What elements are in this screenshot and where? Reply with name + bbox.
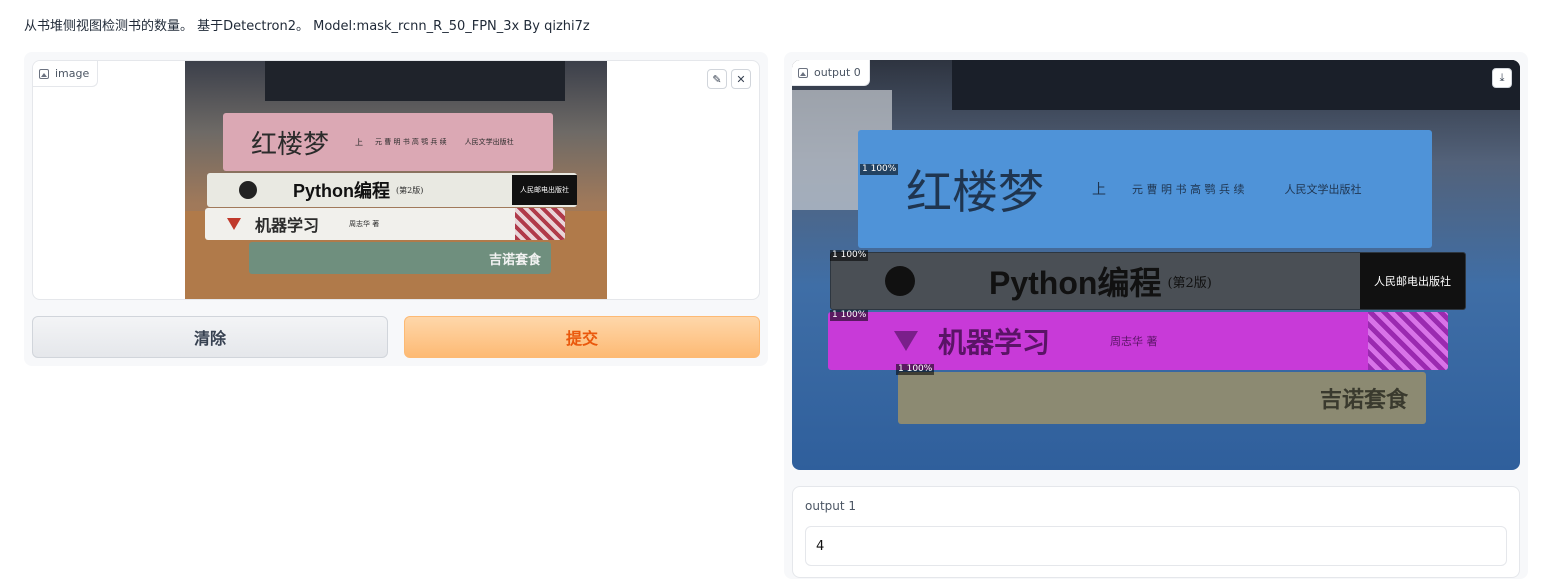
input-book-1: 红楼梦 上 元 曹 明 书 高 鹗 兵 续 人民文学出版社: [223, 113, 553, 171]
book-title: 机器学习: [938, 326, 1051, 359]
output0-label: output 0: [814, 66, 861, 79]
detection-label-2: 1 100%: [830, 250, 869, 261]
book-author: 周志华 著: [349, 220, 380, 228]
output1-label: output 1: [805, 499, 857, 513]
clear-image-button[interactable]: ✕: [731, 69, 751, 89]
download-button[interactable]: ⤓: [1492, 68, 1512, 88]
output-panel: output 0 ⤓ 红楼梦 上 元 曹 明 书 高 鹗 兵 续 人民文学出版社…: [784, 52, 1528, 579]
input-panel: image ✎ ✕ 红楼梦 上 元 曹 明 书 高 鹗 兵 续 人民文学出版社 …: [24, 52, 768, 366]
book-title: 吉诺套食: [1319, 387, 1408, 413]
book-logo-icon: [239, 181, 257, 199]
book-authors: 元 曹 明 书 高 鹗 兵 续: [1132, 183, 1245, 196]
output-book-3-mask: 机器学习 周志华 著: [828, 312, 1448, 370]
edit-button[interactable]: ✎: [707, 69, 727, 89]
image-label-chip: image: [33, 61, 99, 87]
book-author: 周志华 著: [1110, 335, 1158, 348]
book-edition: (第2版): [1167, 275, 1212, 291]
input-book-2: Python编程 (第2版) 人民邮电出版社: [207, 173, 577, 207]
output1-field[interactable]: 4: [805, 526, 1507, 566]
book-publisher: 人民邮电出版社: [512, 175, 577, 205]
input-book-4: 吉诺套食: [249, 242, 551, 274]
pencil-icon: ✎: [712, 72, 722, 86]
book-edition: (第2版): [396, 185, 424, 195]
output1-box: output 1 4: [792, 486, 1520, 578]
book-logo-icon: [227, 218, 241, 230]
book-small: 上: [355, 137, 364, 147]
book-small: 上: [1092, 182, 1106, 198]
detection-label-3: 1 100%: [830, 310, 869, 321]
book-title: 吉诺套食: [488, 252, 541, 268]
book-title: 红楼梦: [906, 165, 1044, 219]
clear-button[interactable]: 清除: [32, 316, 388, 358]
image-icon: [39, 68, 49, 79]
book-title: Python编程: [293, 181, 390, 201]
book-pattern: [515, 208, 565, 240]
book-title: 机器学习: [255, 216, 320, 235]
output-image-area: output 0 ⤓ 红楼梦 上 元 曹 明 书 高 鹗 兵 续 人民文学出版社…: [792, 60, 1520, 470]
book-title: Python编程: [989, 265, 1162, 301]
image-icon: [798, 67, 808, 78]
book-pattern: [1368, 312, 1448, 370]
book-publisher: 人民文学出版社: [1284, 183, 1362, 196]
output-book-4-mask: 吉诺套食: [898, 372, 1426, 424]
book-title: 红楼梦: [251, 129, 330, 160]
book-logo-icon: [894, 331, 918, 351]
input-book-3: 机器学习 周志华 著: [205, 208, 565, 240]
detection-label-1: 1 100%: [860, 164, 899, 175]
book-logo-icon: [885, 266, 915, 296]
close-icon: ✕: [736, 72, 746, 86]
output-photo: 红楼梦 上 元 曹 明 书 高 鹗 兵 续 人民文学出版社 1 100% Pyt…: [792, 60, 1520, 470]
input-photo: 红楼梦 上 元 曹 明 书 高 鹗 兵 续 人民文学出版社 Python编程 (…: [185, 61, 607, 299]
download-icon: ⤓: [1499, 71, 1505, 84]
output-book-2-mask: Python编程 (第2版) 人民邮电出版社: [830, 252, 1466, 310]
book-authors: 元 曹 明 书 高 鹗 兵 续: [375, 138, 447, 146]
book-publisher: 人民文学出版社: [464, 138, 514, 146]
output-book-1-mask: 红楼梦 上 元 曹 明 书 高 鹗 兵 续 人民文学出版社: [858, 130, 1432, 248]
output0-label-chip: output 0: [792, 60, 870, 86]
detection-label-4: 1 100%: [896, 364, 935, 375]
app-description: 从书堆侧视图检测书的数量。 基于Detectron2。 Model:mask_r…: [24, 19, 590, 34]
image-label: image: [55, 67, 90, 80]
book-publisher: 人民邮电出版社: [1360, 253, 1465, 309]
image-upload-area[interactable]: image ✎ ✕ 红楼梦 上 元 曹 明 书 高 鹗 兵 续 人民文学出版社 …: [32, 60, 760, 300]
submit-button[interactable]: 提交: [404, 316, 760, 358]
